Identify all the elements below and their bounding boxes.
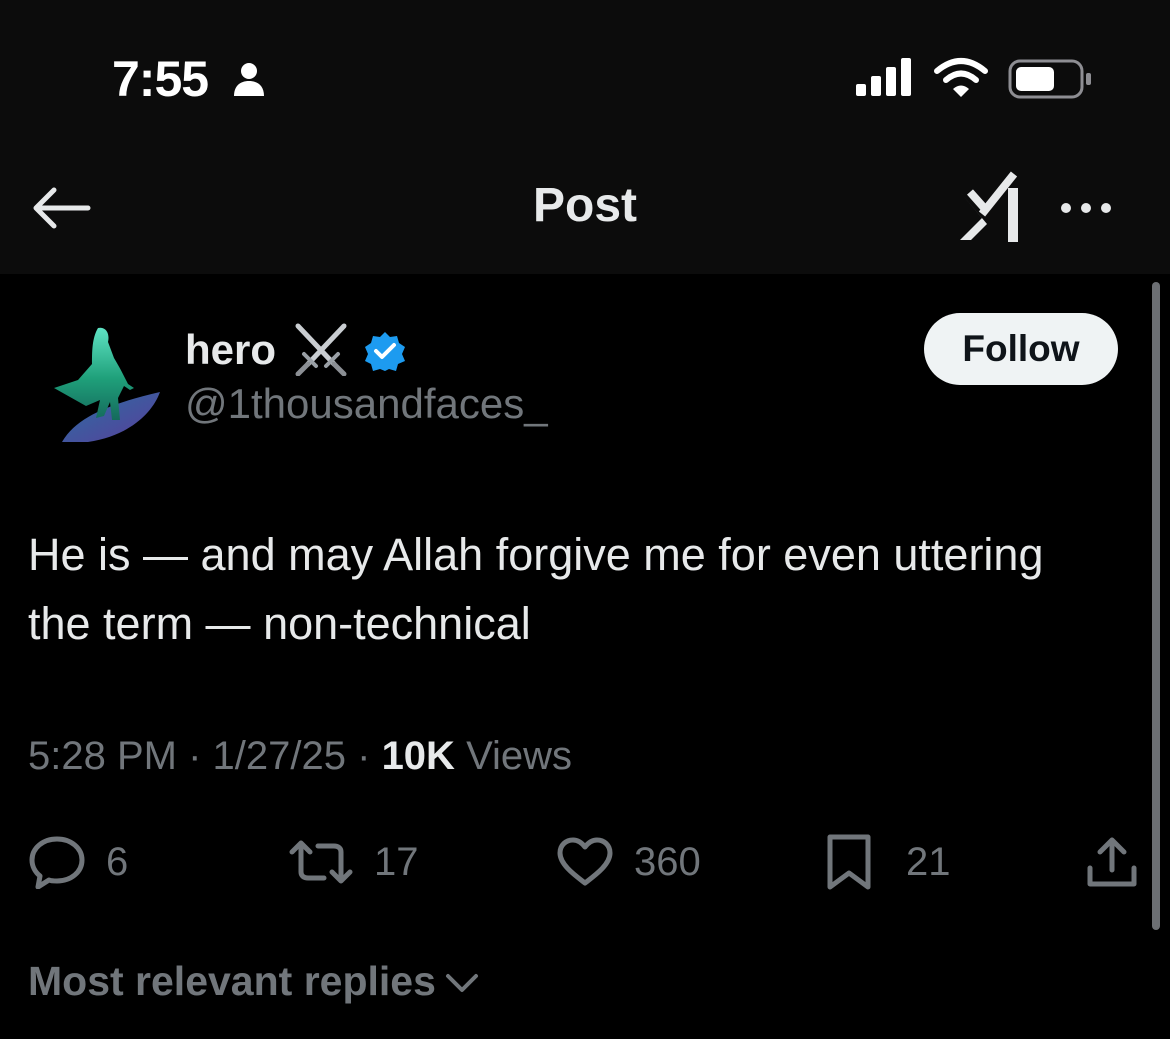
- tweet-metadata: 5:28 PM · 1/27/25 · 10K Views: [28, 734, 572, 779]
- battery-icon: [1008, 59, 1091, 99]
- separator-dot: ·: [188, 734, 213, 778]
- separator-dot: ·: [357, 734, 382, 778]
- views-label: Views: [466, 734, 573, 778]
- repost-button[interactable]: 17: [288, 832, 419, 892]
- share-icon: [1087, 837, 1137, 887]
- share-button[interactable]: [1086, 832, 1138, 892]
- crossed-swords-icon: [295, 323, 347, 376]
- scrollbar[interactable]: [1152, 282, 1160, 930]
- author-display-name[interactable]: hero: [185, 326, 276, 374]
- repost-icon: [289, 840, 353, 884]
- reply-button[interactable]: 6: [28, 832, 128, 892]
- tweet-date: 1/27/25: [212, 734, 346, 778]
- avatar[interactable]: [48, 324, 164, 444]
- verified-badge-icon: [365, 332, 405, 371]
- cellular-signal-icon: [856, 58, 911, 96]
- wifi-icon: [934, 58, 988, 97]
- more-options-icon[interactable]: [1056, 198, 1116, 218]
- grok-icon[interactable]: [956, 170, 1026, 244]
- follow-button[interactable]: Follow: [924, 313, 1118, 385]
- heart-icon: [557, 837, 613, 886]
- author-handle[interactable]: @1thousandfaces_: [185, 380, 548, 428]
- replies-sort-label: Most relevant replies: [28, 958, 436, 1004]
- like-count: 360: [634, 839, 701, 884]
- bookmark-button[interactable]: 21: [826, 832, 951, 892]
- bookmark-icon: [827, 834, 871, 890]
- reply-icon: [29, 836, 85, 889]
- tweet-time: 5:28 PM: [28, 734, 177, 778]
- bookmark-count: 21: [906, 839, 951, 884]
- reply-count: 6: [106, 839, 129, 884]
- views-count[interactable]: 10K: [382, 734, 455, 778]
- status-time: 7:55: [112, 51, 209, 107]
- replies-sort-dropdown[interactable]: Most relevant replies: [28, 958, 480, 1005]
- tweet-text: He is — and may Allah forgive me for eve…: [28, 529, 1044, 649]
- chevron-down-icon: [445, 973, 478, 992]
- like-button[interactable]: 360: [556, 832, 701, 892]
- person-icon: [234, 63, 264, 96]
- repost-count: 17: [374, 839, 419, 884]
